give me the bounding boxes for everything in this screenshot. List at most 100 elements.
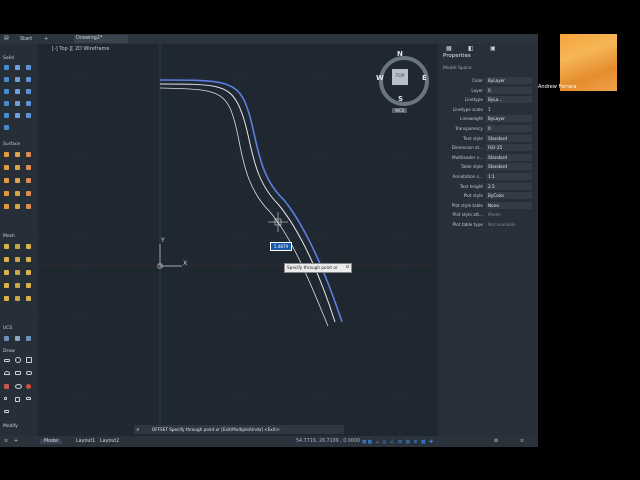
property-row[interactable]: Plot style table None (438, 201, 538, 211)
property-row[interactable]: Color ByLayer (438, 76, 538, 86)
polyline-icon[interactable] (15, 371, 21, 375)
ucs-origin-icon[interactable] (15, 336, 20, 341)
property-value[interactable]: 0 (486, 125, 532, 132)
xline-icon[interactable] (4, 410, 9, 413)
sweep-icon[interactable] (26, 89, 31, 94)
hatch-icon[interactable] (4, 384, 9, 389)
surface-project-icon[interactable] (26, 204, 31, 209)
add-icon[interactable]: + (14, 439, 18, 444)
mesh-box-icon[interactable] (4, 244, 9, 249)
fillet-surface-icon[interactable] (26, 165, 31, 170)
slice-icon[interactable] (15, 113, 20, 118)
properties-icon[interactable]: ▦ (446, 45, 452, 52)
mesh-merge-icon[interactable] (4, 296, 9, 301)
compass-south[interactable]: S (398, 95, 403, 103)
property-row[interactable]: Layer 0 (438, 86, 538, 96)
line-icon[interactable] (4, 359, 10, 362)
mesh-split-icon[interactable] (15, 283, 20, 288)
property-value[interactable]: Standard (486, 153, 532, 161)
sculpt-icon[interactable] (26, 178, 31, 183)
surface-revolve-icon[interactable] (26, 191, 31, 196)
mesh-wedge-icon[interactable] (15, 257, 20, 262)
property-row[interactable]: Transparency 0 (438, 124, 538, 134)
original-curve[interactable] (159, 83, 336, 323)
patch-surface-icon[interactable] (4, 165, 9, 170)
intersect-icon[interactable] (4, 113, 9, 118)
property-value[interactable]: ByColor (486, 192, 532, 200)
property-value[interactable]: 2.5 (486, 182, 532, 190)
menu-icon[interactable]: ≡ (4, 439, 8, 444)
property-value[interactable]: Standard (486, 163, 532, 171)
mesh-crease-icon[interactable] (26, 270, 31, 275)
property-value[interactable]: ISO-25 (486, 144, 532, 152)
property-row[interactable]: Plot style ByColor (438, 191, 538, 201)
selected-curve[interactable] (159, 79, 343, 323)
property-value[interactable]: ByLayer (486, 115, 532, 123)
property-value[interactable]: ByLayer (486, 77, 532, 84)
blocks-icon[interactable]: ▣ (490, 45, 496, 52)
mesh-cylinder-icon[interactable] (15, 244, 20, 249)
ucs-3point-icon[interactable] (26, 336, 31, 341)
tab-start[interactable]: Start (20, 36, 32, 42)
layers-icon[interactable]: ◧ (468, 45, 474, 52)
mesh-cone-icon[interactable] (4, 257, 9, 262)
ucs-world-icon[interactable] (4, 336, 9, 341)
circle-icon[interactable] (15, 357, 21, 363)
section-draw[interactable]: Draw (3, 349, 15, 354)
extrude-icon[interactable] (4, 89, 9, 94)
surface-untrim-icon[interactable] (15, 204, 20, 209)
box-icon[interactable] (4, 65, 9, 70)
section-mesh[interactable]: Mesh (3, 234, 15, 239)
sphere-icon[interactable] (26, 65, 31, 70)
extend-surface-icon[interactable] (15, 178, 20, 183)
surface-loft-icon[interactable] (15, 191, 20, 196)
property-value[interactable]: Standard (486, 134, 532, 142)
torus-icon[interactable] (26, 77, 31, 82)
cone-icon[interactable] (4, 77, 9, 82)
mesh-refine-icon[interactable] (15, 270, 20, 275)
revolve-icon[interactable] (15, 89, 20, 94)
wcs-menu[interactable]: WCS (392, 108, 408, 113)
property-value[interactable]: 1 (486, 106, 532, 113)
property-row[interactable]: Annotation s... 1:1 (438, 172, 538, 182)
property-row[interactable]: Linetype ByLa... (438, 95, 538, 105)
trim-surface-icon[interactable] (4, 178, 9, 183)
mesh-smooth-icon[interactable] (4, 270, 9, 275)
property-row[interactable]: Plot table type Not available (438, 220, 538, 230)
revcloud-icon[interactable] (26, 384, 31, 389)
viewcube[interactable]: TOP N S W E WCS (376, 50, 432, 113)
viewcube-top-face[interactable]: TOP (392, 69, 408, 85)
cylinder-icon[interactable] (15, 65, 20, 70)
mesh-sphere-icon[interactable] (26, 244, 31, 249)
property-row[interactable]: Table style Standard (438, 162, 538, 172)
drawing-canvas[interactable]: Y X TOP N S W E WCS (38, 44, 438, 437)
polygon-icon[interactable] (15, 397, 20, 402)
surface-extrude-icon[interactable] (4, 191, 9, 196)
property-value[interactable]: ByLa... (486, 96, 532, 104)
section-surface[interactable]: Surface (3, 142, 20, 147)
ellipse-icon[interactable] (15, 384, 22, 389)
blend-surface-icon[interactable] (26, 152, 31, 157)
mesh-convert-icon[interactable] (4, 283, 9, 288)
rectangle-icon[interactable] (26, 357, 32, 363)
tab-drawing[interactable]: Drawing2* (74, 35, 129, 43)
selection-type[interactable]: Model Space (443, 66, 472, 71)
property-row[interactable]: Multileader s... Standard (438, 153, 538, 163)
presspull-icon[interactable] (26, 113, 31, 118)
customize-icon[interactable]: ≡ (520, 439, 524, 444)
tab-layout1[interactable]: Layout1 (76, 439, 95, 444)
property-value[interactable]: 0 (486, 86, 532, 94)
property-value[interactable]: 1:1 (486, 173, 532, 180)
mesh-collapse-icon[interactable] (26, 296, 31, 301)
new-tab-icon[interactable]: + (44, 36, 48, 42)
drafting-toggles[interactable]: ▦▦ ⟂ ◎ ∠ ⊞ ▤ ⊕ ▦ ✚ (362, 439, 434, 445)
compass-east[interactable]: E (422, 74, 427, 82)
surface-sweep-icon[interactable] (4, 204, 9, 209)
property-row[interactable]: Linetype scale 1 (438, 105, 538, 115)
section-ucs[interactable]: UCS (3, 326, 12, 331)
dynamic-input-field[interactable]: 5.4879 (270, 242, 292, 251)
section-modify[interactable]: Modify (3, 424, 18, 429)
ray-icon[interactable] (26, 397, 31, 400)
close-icon[interactable]: ✕ (136, 427, 140, 432)
compass-north[interactable]: N (397, 50, 403, 58)
